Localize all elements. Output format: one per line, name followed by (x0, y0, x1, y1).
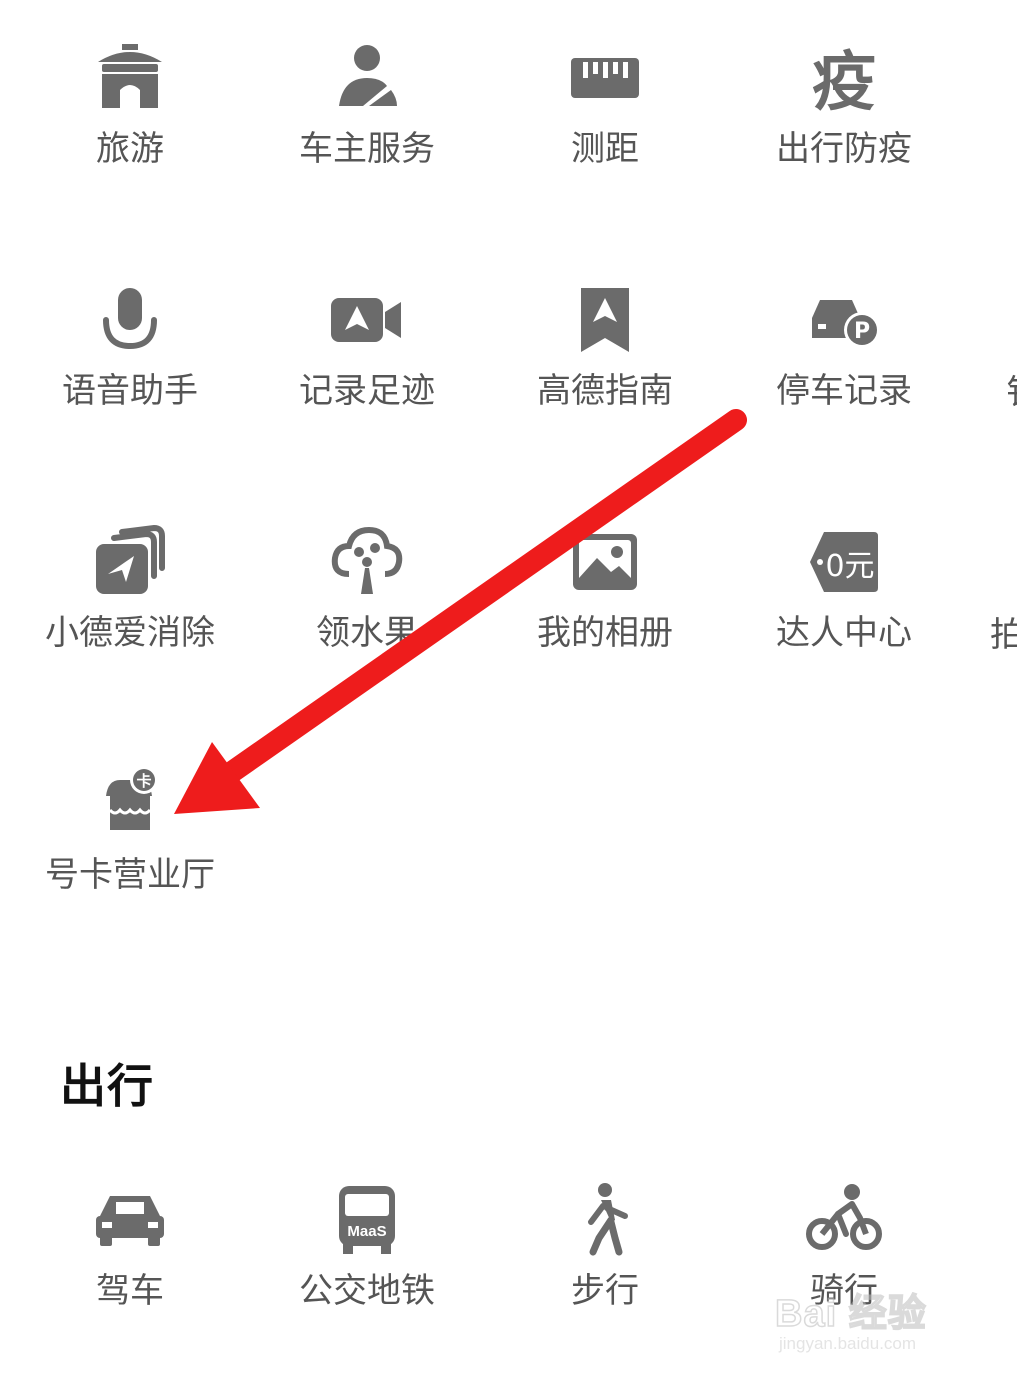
tile-label: 骑行 (810, 1271, 878, 1311)
walking-person-icon (567, 1182, 643, 1258)
tile-label: 测距 (571, 129, 639, 169)
tile-travel[interactable]: 旅游 (10, 40, 250, 240)
tile-label: 小德爱消除 (45, 613, 215, 653)
tile-voice-assistant[interactable]: 语音助手 (10, 282, 250, 482)
fruit-tree-icon (329, 524, 405, 600)
tile-partial-row2[interactable]: 钅 (1006, 372, 1017, 414)
coupon-tag-icon: 0元 (806, 524, 882, 600)
tile-label: 停车记录 (776, 371, 912, 411)
store-card-icon: 卡 (92, 766, 168, 842)
tile-public-transit[interactable]: MaaS 公交地铁 (247, 1182, 487, 1382)
tile-xiaode-elimination[interactable]: 小德爱消除 (10, 524, 250, 724)
tile-get-fruit[interactable]: 领水果 (247, 524, 487, 724)
tile-footprint-record[interactable]: 记录足迹 (247, 282, 487, 482)
tile-expert-center[interactable]: 0元 达人中心 (724, 524, 964, 724)
car-parking-icon: P (806, 282, 882, 358)
tile-label: 车主服务 (299, 129, 435, 169)
tile-cycling[interactable]: 骑行 (724, 1182, 964, 1382)
tile-label: 步行 (571, 1271, 639, 1311)
tile-drive[interactable]: 驾车 (10, 1182, 250, 1382)
stacked-cards-icon (92, 524, 168, 600)
parking-badge-text: P (854, 319, 870, 344)
bus-maas-icon: MaaS (329, 1182, 405, 1258)
tile-label: 记录足迹 (299, 371, 435, 411)
section-title-travel: 出行 (60, 1059, 154, 1113)
bookmark-navigation-icon (567, 282, 643, 358)
tile-label: 语音助手 (62, 371, 198, 411)
tile-label: 领水果 (316, 613, 418, 653)
coupon-text: 0元 (825, 549, 874, 584)
pagoda-icon (92, 40, 168, 116)
maas-text: MaaS (347, 1223, 386, 1240)
tile-label: 达人中心 (776, 613, 912, 653)
tile-parking-record[interactable]: P 停车记录 (724, 282, 964, 482)
tile-my-album[interactable]: 我的相册 (485, 524, 725, 724)
tile-distance-measure[interactable]: 测距 (485, 40, 725, 240)
cyclist-icon (806, 1182, 882, 1258)
epidemic-char: 疫 (812, 46, 876, 116)
car-icon (92, 1182, 168, 1258)
tile-label: 出行防疫 (776, 129, 912, 169)
microphone-icon (92, 282, 168, 358)
tile-epidemic-prevention[interactable]: 疫 出行防疫 (724, 40, 964, 240)
card-badge-text: 卡 (136, 772, 151, 790)
tile-label: 号卡营业厅 (45, 855, 215, 895)
video-camera-icon (329, 282, 405, 358)
epidemic-char-icon: 疫 (806, 40, 882, 116)
person-service-icon (329, 40, 405, 116)
photo-album-icon (567, 524, 643, 600)
tile-car-owner-service[interactable]: 车主服务 (247, 40, 487, 240)
ruler-icon (567, 40, 643, 116)
tile-amap-guide[interactable]: 高德指南 (485, 282, 725, 482)
tile-label: 旅游 (96, 129, 164, 169)
tile-label: 高德指南 (537, 371, 673, 411)
tile-partial-row3[interactable]: 拍 (990, 614, 1017, 656)
tile-sim-card-hall[interactable]: 卡 号卡营业厅 (10, 766, 250, 966)
tile-label: 公交地铁 (299, 1271, 435, 1311)
tile-label: 我的相册 (537, 613, 673, 653)
tile-walk[interactable]: 步行 (485, 1182, 725, 1382)
tile-label: 驾车 (96, 1271, 164, 1311)
